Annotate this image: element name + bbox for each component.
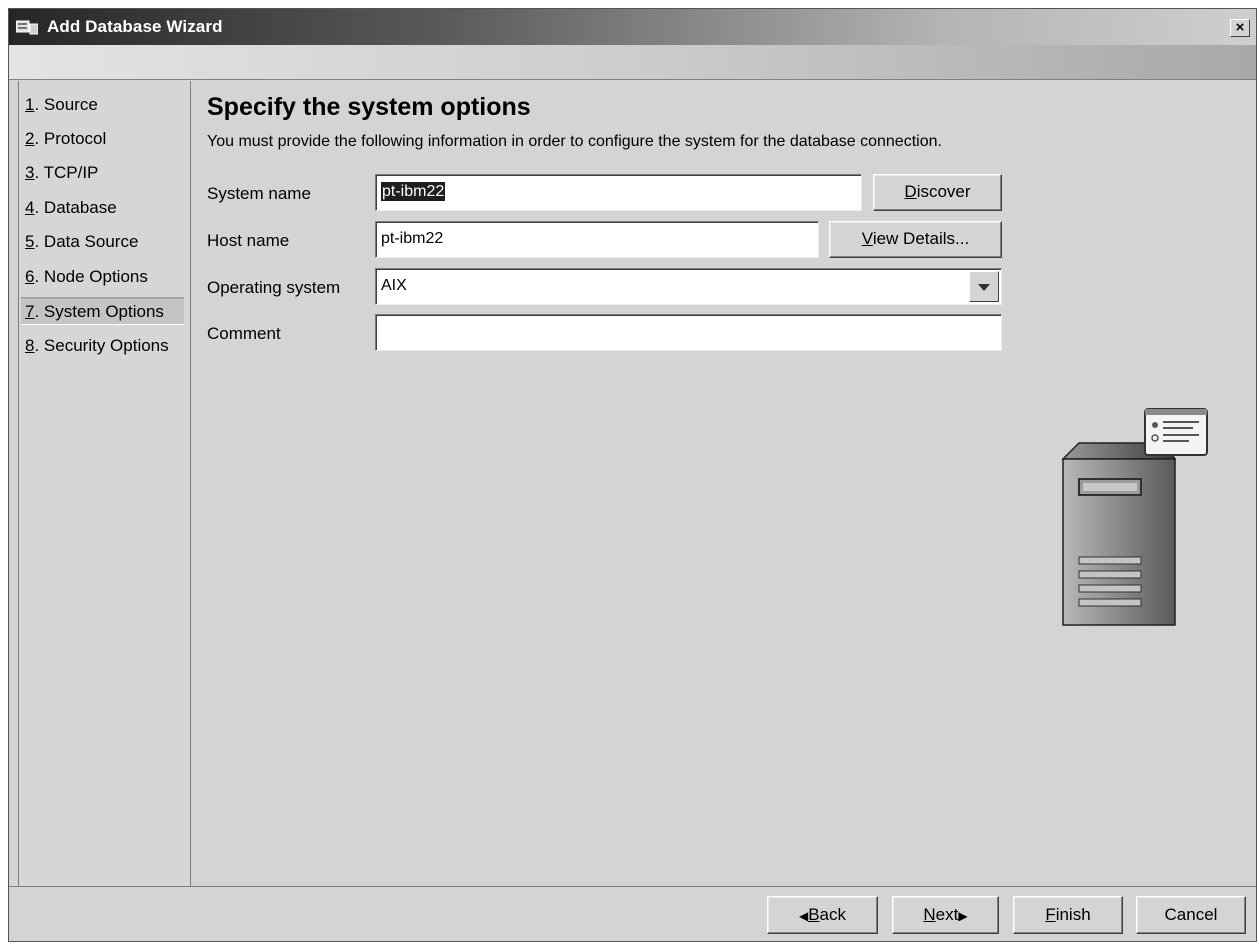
operating-system-value: AIX [381,277,407,294]
title-bar[interactable]: Add Database Wizard × [9,9,1256,45]
server-computer-icon [1061,408,1208,626]
step-label: . Data Source [34,232,139,251]
step-tcpip[interactable]: 3. TCP/IP [25,163,98,183]
close-button[interactable]: × [1230,19,1250,37]
step-security-options[interactable]: 8. Security Options [25,336,169,356]
wizard-window: Add Database Wizard × 1. Source 2. Proto… [8,8,1257,942]
step-system-options[interactable]: 7. System Options [21,297,184,325]
back-arrow-icon: ◀ [798,909,809,923]
step-label: . TCP/IP [34,163,99,182]
back-button[interactable]: ◀Back [767,896,878,934]
wizard-step-list: 1. Source 2. Protocol 3. TCP/IP 4. Datab… [18,81,191,886]
back-mnemonic: B [808,905,820,924]
finish-label: inish [1055,905,1091,924]
close-icon: × [1235,19,1245,36]
view-details-button[interactable]: View Details... [829,221,1002,258]
operating-system-select[interactable]: AIX [375,268,1002,305]
header-band [9,45,1256,80]
back-label: ack [819,905,847,924]
dropdown-button[interactable] [969,271,999,302]
next-arrow-icon: ▶ [958,909,968,923]
step-label: . Protocol [34,129,107,148]
next-label: ext [935,905,959,924]
host-name-input[interactable]: pt-ibm22 [375,221,819,258]
window-app-icon [16,20,38,35]
step-label: . Node Options [34,267,148,286]
comment-label: Comment [207,324,281,343]
discover-mnemonic: D [904,182,917,201]
view-details-label: iew Details... [872,229,970,248]
cancel-button[interactable]: Cancel [1136,896,1246,934]
next-mnemonic: N [923,905,936,924]
system-name-input[interactable]: pt-ibm22 [375,174,862,211]
view-details-mnemonic: V [861,229,873,248]
step-node-options[interactable]: 6. Node Options [25,267,148,287]
next-button[interactable]: Next▶ [892,896,999,934]
wizard-content: Specify the system options You must prov… [191,81,1256,886]
step-label: . Security Options [34,336,169,355]
host-name-label: Host name [207,231,290,250]
discover-label: iscover [916,182,971,201]
button-bar: ◀Back Next▶ Finish Cancel [9,886,1256,944]
finish-button[interactable]: Finish [1013,896,1123,934]
operating-system-label: Operating system [207,278,341,297]
step-label: . Source [34,95,98,114]
system-name-label: System name [207,184,311,203]
page-title: Specify the system options [207,93,531,121]
finish-mnemonic: F [1045,905,1056,924]
system-name-value: pt-ibm22 [381,182,446,201]
comment-input[interactable] [375,314,1002,351]
window-title: Add Database Wizard [47,17,223,36]
host-name-value: pt-ibm22 [381,230,444,247]
page-description: You must provide the following informati… [207,133,942,150]
step-source[interactable]: 1. Source [25,95,98,115]
step-label: . Database [34,198,117,217]
step-database[interactable]: 4. Database [25,198,117,218]
step-data-source[interactable]: 5. Data Source [25,232,138,252]
step-label: . System Options [34,302,164,321]
chevron-down-icon [978,284,990,291]
step-protocol[interactable]: 2. Protocol [25,129,106,149]
discover-button[interactable]: Discover [873,174,1002,211]
